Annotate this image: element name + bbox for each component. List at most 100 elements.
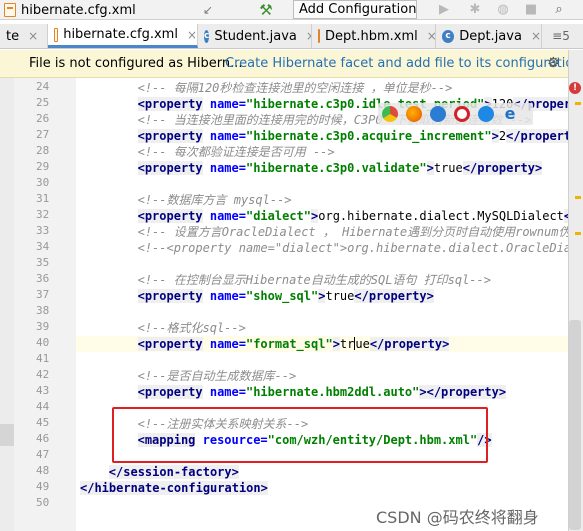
search-icon[interactable]: ⌕	[550, 1, 568, 19]
code-editor[interactable]: <!-- 每隔120秒检查连接池里的空闲连接 ，单位是秒--> <property…	[76, 78, 568, 531]
code-line[interactable]	[76, 176, 568, 192]
line-number: 34	[36, 240, 50, 253]
code-token: <property	[137, 209, 203, 223]
code-token: true	[325, 289, 355, 303]
code-token: name=	[209, 385, 246, 399]
close-icon[interactable]: ×	[28, 29, 38, 43]
code-line[interactable]: <!-- 设置方言OracleDialect ， Hibernate遇到分页时自…	[76, 224, 568, 240]
code-token: </property>	[354, 289, 434, 303]
code-token: </hibernate-configuration>	[80, 481, 268, 495]
code-token: <property	[137, 97, 203, 111]
hammer-icon[interactable]: ⚒	[256, 1, 276, 19]
code-line[interactable]: <!--数据库方言 mysql-->	[76, 192, 568, 208]
code-line[interactable]	[76, 352, 568, 368]
opera-icon[interactable]	[454, 106, 470, 122]
line-number: 36	[36, 272, 50, 285]
code-line[interactable]: <property name="format_sql">true</proper…	[76, 336, 568, 352]
edge-icon[interactable]	[478, 106, 494, 122]
code-token: >	[332, 337, 340, 351]
code-token: <!-- 每次都验证连接是否可用 -->	[137, 145, 335, 159]
code-line[interactable]: <property name="hibernate.c3p0.validate"…	[76, 160, 568, 176]
xml-file-icon	[54, 27, 59, 42]
line-number: 39	[36, 320, 50, 333]
code-line[interactable]: <!--<property name="dialect">org.hiberna…	[76, 240, 568, 256]
code-token: <!--数据库方言 mysql-->	[137, 193, 292, 207]
code-line[interactable]: <!--是否自动生成数据库-->	[76, 368, 568, 384]
tab-overflow-button[interactable]: ≡5	[543, 27, 579, 45]
close-icon[interactable]: ×	[187, 28, 197, 42]
code-token: ue	[355, 337, 370, 351]
close-icon[interactable]: ×	[531, 29, 541, 43]
code-line[interactable]: <!-- 每隔120秒检查连接池里的空闲连接 ，单位是秒-->	[76, 80, 568, 96]
coverage-icon[interactable]: ◍	[494, 1, 512, 19]
code-line[interactable]: </session-factory>	[76, 464, 568, 480]
warning-marker[interactable]	[575, 102, 581, 105]
code-token: name=	[209, 337, 246, 351]
code-token: "hibernate.c3p0.acquire_increment"	[245, 129, 492, 143]
line-number: 47	[36, 448, 50, 461]
warning-marker[interactable]	[575, 196, 581, 199]
highlight-box	[112, 407, 488, 463]
safari-icon[interactable]	[430, 106, 446, 122]
line-number: 30	[36, 176, 50, 189]
code-token: "format_sql"	[245, 337, 333, 351]
line-number: 45	[36, 416, 50, 429]
line-number: 33	[36, 224, 50, 237]
debug-icon[interactable]: ✱	[466, 1, 484, 19]
line-number: 48	[36, 464, 50, 477]
tab-dept-java[interactable]: c Dept.java ×	[436, 24, 542, 48]
code-line[interactable]	[76, 304, 568, 320]
code-token: <!-- 设置方言OracleDialect ， Hibernate遇到分页时自…	[137, 225, 568, 239]
line-number: 29	[36, 160, 50, 173]
line-number: 27	[36, 128, 50, 141]
side-panel-label[interactable]	[570, 150, 582, 210]
create-hibernate-facet-link[interactable]: Create Hibernate facet and add file to i…	[225, 56, 582, 71]
warning-marker[interactable]	[575, 232, 581, 235]
close-icon[interactable]: ×	[427, 29, 435, 43]
firefox-icon[interactable]	[406, 106, 422, 122]
stop-icon[interactable]: ■	[522, 1, 540, 19]
editor-tabs: te × hibernate.cfg.xml × c Student.java …	[0, 24, 583, 49]
line-number: 46	[36, 432, 50, 445]
tab-label: hibernate.cfg.xml	[63, 27, 178, 42]
chrome-icon[interactable]	[382, 106, 398, 122]
code-line[interactable]: <!-- 每次都验证连接是否可用 -->	[76, 144, 568, 160]
tab-student-java[interactable]: c Student.java ×	[198, 24, 312, 48]
add-configuration-button[interactable]: Add Configuration...	[293, 0, 417, 19]
code-token: </property>	[462, 161, 543, 175]
code-token: <property	[137, 289, 203, 303]
code-token: 2	[498, 129, 507, 143]
code-line[interactable]: <!--格式化sql-->	[76, 320, 568, 336]
tab-hibernate-cfg-xml[interactable]: hibernate.cfg.xml ×	[48, 24, 198, 48]
tab-label: te	[6, 28, 20, 44]
code-line[interactable]: <!-- 在控制台显示Hibernate自动生成的SQL语句 打印sql-->	[76, 272, 568, 288]
code-line[interactable]: <property name="dialect">org.hibernate.d…	[76, 208, 568, 224]
code-token: <!-- 每隔120秒检查连接池里的空闲连接 ，单位是秒-->	[137, 81, 453, 95]
run-icon[interactable]: ▶	[436, 1, 452, 19]
tab-dept-hbm-xml[interactable]: Dept.hbm.xml ×	[312, 24, 436, 48]
code-line[interactable]: <property name="hibernate.hbm2ddl.auto">…	[76, 384, 568, 400]
line-number: 26	[36, 112, 50, 125]
arrow-icon[interactable]: ↙	[200, 2, 216, 18]
breadcrumb[interactable]: hibernate.cfg.xml	[0, 0, 136, 20]
code-token: <!--<property name="dialect">org.hiberna…	[137, 241, 568, 255]
code-line[interactable]: <property name="hibernate.c3p0.acquire_i…	[76, 128, 568, 144]
code-line[interactable]: </hibernate-configuration>	[76, 480, 568, 496]
code-line[interactable]: <property name="show_sql">true</property…	[76, 288, 568, 304]
tab-te[interactable]: te ×	[0, 24, 48, 48]
code-token: <!-- 在控制台显示Hibernate自动生成的SQL语句 打印sql-->	[137, 273, 491, 287]
code-token: name=	[209, 129, 246, 143]
line-number: 35	[36, 256, 50, 269]
error-icon[interactable]: !	[569, 82, 581, 94]
gear-icon[interactable]: ⚙	[547, 55, 560, 71]
code-line[interactable]	[76, 256, 568, 272]
notification-text: File is not configured as Hibern...	[29, 56, 243, 71]
vertical-scrollbar[interactable]	[569, 320, 581, 530]
ie-icon[interactable]: e	[502, 106, 518, 122]
code-token: >	[491, 129, 499, 143]
tab-label: Dept.java	[459, 28, 522, 44]
